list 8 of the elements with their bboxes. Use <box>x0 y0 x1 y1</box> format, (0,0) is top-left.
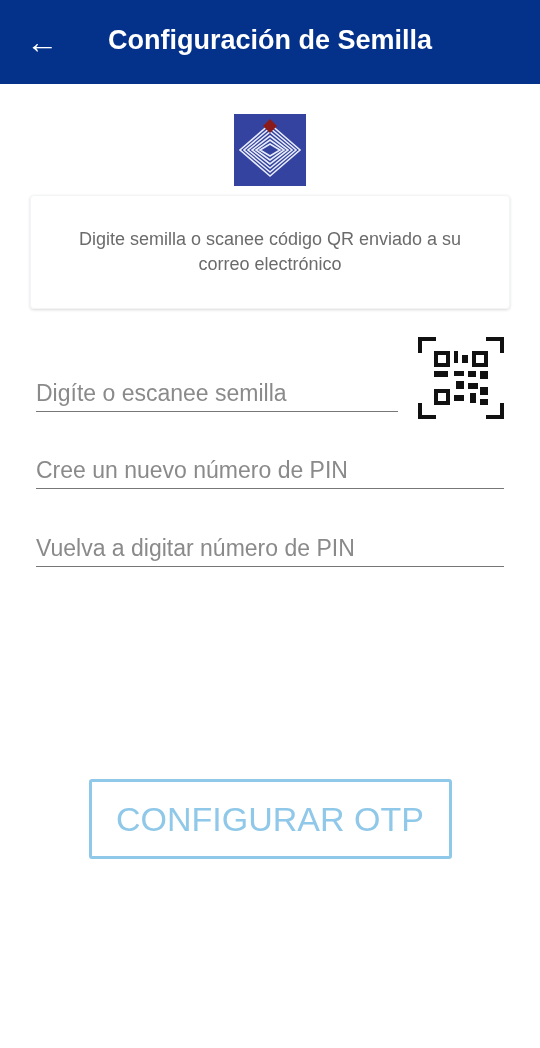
input-field[interactable]: Vuelva a digitar número de PIN <box>36 531 504 567</box>
screen-title: Configuración de Semilla <box>108 23 433 57</box>
logo <box>234 114 306 186</box>
qr-scan-icon[interactable] <box>418 337 504 419</box>
instruction-text: Digite semilla o scanee código QR enviado a su correo electrónico <box>77 228 463 276</box>
input-field[interactable]: Digíte o escanee semilla <box>36 376 398 412</box>
input-field[interactable]: Cree un nuevo número de PIN <box>36 453 504 489</box>
back-icon[interactable]: ← <box>26 26 56 58</box>
